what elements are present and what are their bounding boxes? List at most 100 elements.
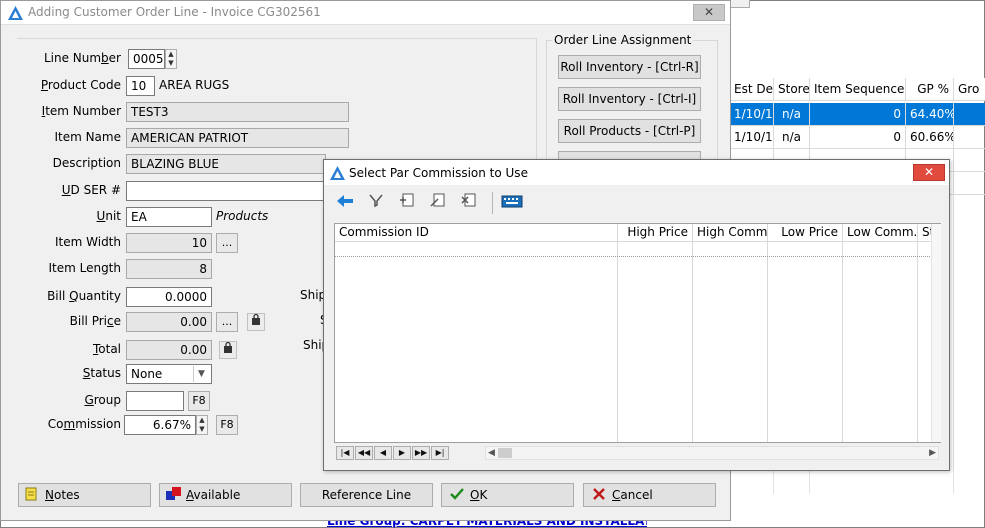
- header-low-comm[interactable]: Low Comm.: [843, 224, 918, 242]
- add-record-icon[interactable]: [396, 192, 418, 214]
- unit-field[interactable]: EA: [126, 207, 212, 227]
- item-name-label: Item Name: [54, 130, 121, 144]
- table-row[interactable]: [335, 242, 938, 257]
- status-select[interactable]: None ▼: [126, 364, 212, 384]
- edit-record-icon[interactable]: [427, 192, 449, 214]
- cell-gro: [954, 103, 985, 126]
- unit-label: Unit: [96, 209, 121, 223]
- unit-note: Products: [216, 209, 269, 223]
- lock-icon[interactable]: [219, 341, 237, 359]
- lock-icon[interactable]: [247, 313, 265, 331]
- notes-button[interactable]: Notes: [18, 483, 151, 507]
- cancel-x-icon: [592, 486, 606, 500]
- available-button[interactable]: Available: [159, 483, 292, 507]
- total-field: 0.00: [126, 340, 212, 360]
- status-label: Status: [82, 366, 121, 380]
- back-arrow-icon[interactable]: [334, 192, 356, 214]
- app-logo-icon: [330, 166, 345, 180]
- checkmark-icon: [450, 486, 464, 500]
- total-label: Total: [92, 342, 121, 356]
- product-code-field[interactable]: 10: [126, 76, 155, 96]
- header-high-price[interactable]: High Price: [618, 224, 693, 242]
- bill-price-button[interactable]: ...: [216, 312, 238, 332]
- order-line-assignment-legend: Order Line Assignment: [552, 33, 694, 47]
- next-record-icon[interactable]: ▶: [393, 446, 411, 460]
- table-row[interactable]: 1/10/14 n/a 0 60.66%: [730, 126, 985, 149]
- item-width-field: 10: [126, 233, 212, 253]
- item-width-button[interactable]: ...: [216, 233, 238, 253]
- item-width-label: Item Width: [55, 235, 121, 249]
- previous-page-icon[interactable]: ◀◀: [355, 446, 373, 460]
- close-icon[interactable]: ✕: [913, 164, 945, 181]
- close-icon[interactable]: ✕: [693, 4, 725, 21]
- commission-field[interactable]: 6.67%: [124, 415, 196, 435]
- commission-stepper[interactable]: ▲ ▼: [196, 415, 208, 435]
- cell-item-sequence: 0: [810, 126, 906, 149]
- group-lookup-button[interactable]: F8: [188, 391, 210, 411]
- cell-gro: [954, 126, 985, 149]
- header-high-comm[interactable]: High Comm.: [693, 224, 768, 242]
- header-gp-percent[interactable]: GP %: [906, 78, 954, 101]
- chevron-down-icon[interactable]: ▼: [197, 425, 207, 434]
- popup-titlebar: Select Par Commission to Use ✕: [324, 160, 949, 185]
- scroll-right-icon[interactable]: ▶: [929, 447, 936, 459]
- roll-inventory-ctrl-r-button[interactable]: Roll Inventory - [Ctrl-R]: [558, 55, 701, 79]
- horizontal-scrollbar-thumb[interactable]: [498, 448, 512, 458]
- scroll-left-icon[interactable]: ◀: [488, 447, 495, 459]
- keyboard-icon[interactable]: [501, 192, 523, 214]
- header-est-del[interactable]: Est Del: [730, 78, 774, 101]
- ud-ser-label: UD SER #: [61, 183, 121, 197]
- grid-column-line: [767, 242, 768, 442]
- last-record-icon[interactable]: ▶|: [431, 446, 449, 460]
- group-field[interactable]: [126, 391, 184, 411]
- roll-products-button[interactable]: Roll Products - [Ctrl-P]: [558, 119, 701, 143]
- cell-item-sequence: 0: [810, 103, 906, 126]
- grid-column-line: [917, 242, 918, 442]
- cell-gp-percent: 60.66%: [906, 126, 954, 149]
- horizontal-scrollbar[interactable]: ◀ ▶: [485, 446, 939, 460]
- filter-icon[interactable]: [365, 192, 387, 214]
- grid-column-line: [692, 242, 693, 442]
- popup-toolbar: [328, 188, 945, 218]
- chevron-down-icon[interactable]: ▼: [166, 59, 176, 68]
- ok-button[interactable]: OK: [441, 483, 574, 507]
- toolbar-separator: [492, 192, 493, 214]
- cell-store: n/a: [774, 103, 810, 126]
- line-number-label: Line Number: [43, 51, 121, 65]
- bill-price-field: 0.00: [126, 312, 212, 332]
- popup-title: Select Par Commission to Use: [349, 166, 528, 180]
- roll-inventory-ctrl-i-button[interactable]: Roll Inventory - [Ctrl-I]: [558, 87, 701, 111]
- background-window-button[interactable]: [730, 0, 750, 8]
- ud-ser-field[interactable]: [126, 181, 326, 201]
- next-page-icon[interactable]: ▶▶: [412, 446, 430, 460]
- item-name-field: AMERICAN PATRIOT: [126, 128, 349, 148]
- header-item-sequence[interactable]: Item Sequence: [810, 78, 906, 101]
- header-gro[interactable]: Gro: [954, 78, 985, 101]
- line-number-field[interactable]: 0005: [128, 49, 165, 69]
- cell-empty: [954, 149, 985, 172]
- previous-record-icon[interactable]: ◀: [374, 446, 392, 460]
- chevron-up-icon[interactable]: ▲: [197, 416, 207, 425]
- bill-quantity-field[interactable]: 0.0000: [126, 287, 212, 307]
- description-field: BLAZING BLUE: [126, 154, 326, 174]
- header-store[interactable]: Store: [774, 78, 810, 101]
- cancel-button[interactable]: Cancel: [583, 483, 716, 507]
- header-low-price[interactable]: Low Price: [768, 224, 843, 242]
- available-icon: [166, 486, 181, 500]
- vertical-scrollbar[interactable]: [931, 224, 941, 442]
- cell-est-del: 1/10/14: [730, 126, 774, 149]
- chevron-down-icon[interactable]: ▼: [193, 366, 209, 382]
- commission-label: Commission: [47, 417, 121, 431]
- reference-line-button[interactable]: Reference Line: [300, 483, 433, 507]
- table-row[interactable]: 1/10/14 n/a 0 64.40%: [730, 103, 985, 126]
- line-number-stepper[interactable]: ▲ ▼: [165, 49, 177, 69]
- grid-column-line: [842, 242, 843, 442]
- delete-record-icon[interactable]: [458, 192, 480, 214]
- bill-quantity-label: Bill Quantity: [47, 289, 121, 303]
- dialog-title: Adding Customer Order Line - Invoice CG3…: [28, 5, 321, 19]
- chevron-up-icon[interactable]: ▲: [166, 50, 176, 59]
- header-commission-id[interactable]: Commission ID: [335, 224, 618, 242]
- background-grid-header: Est Del Store Item Sequence GP % Gro: [730, 78, 985, 101]
- first-record-icon[interactable]: |◀: [336, 446, 354, 460]
- commission-lookup-button[interactable]: F8: [216, 415, 238, 435]
